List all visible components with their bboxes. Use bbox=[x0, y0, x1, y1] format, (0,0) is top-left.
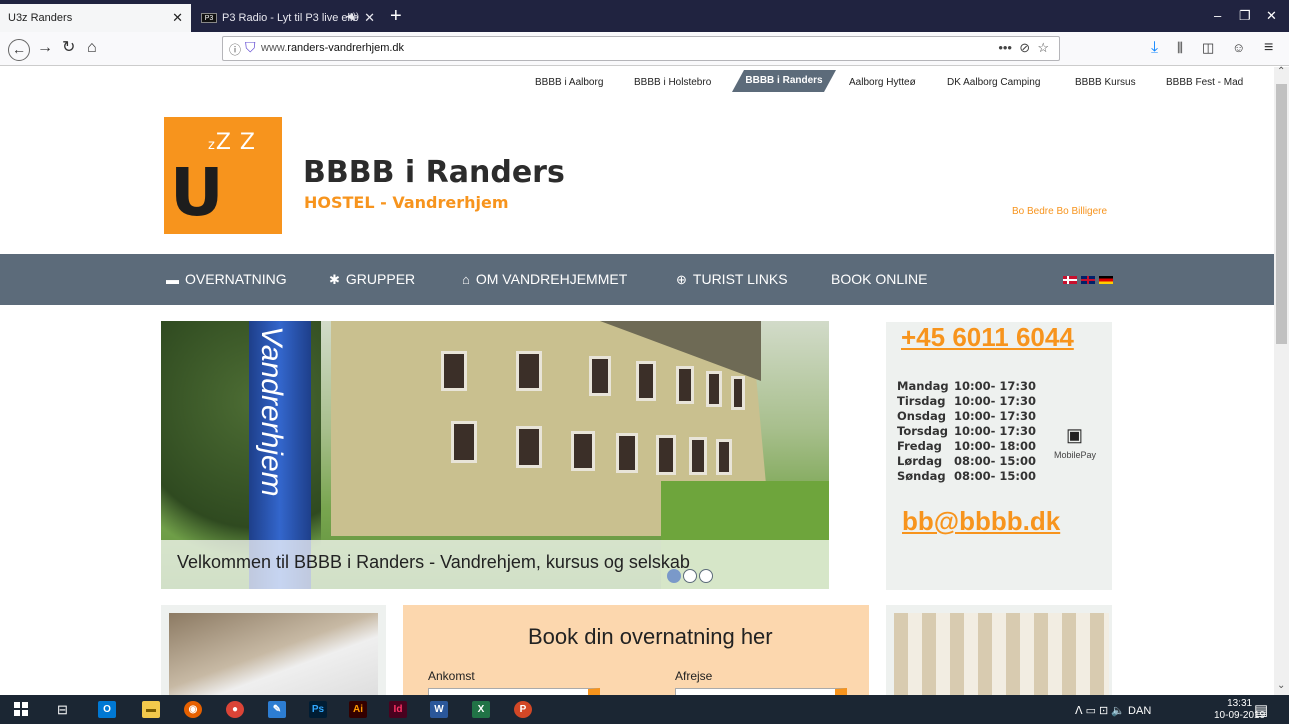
scroll-down-icon[interactable]: ⌄ bbox=[1277, 680, 1285, 691]
library-icon[interactable]: ⫼ bbox=[1177, 40, 1183, 56]
excel-icon[interactable]: X bbox=[472, 701, 490, 718]
home-button[interactable]: ⌂ bbox=[87, 40, 97, 56]
menu-icon[interactable]: ≡ bbox=[1264, 40, 1273, 56]
tracking-shield-icon[interactable]: ⛉ bbox=[245, 39, 256, 56]
menu-grupper[interactable]: ✱ GRUPPER bbox=[329, 271, 415, 288]
pillar-text: Vandrerhjem bbox=[255, 326, 288, 497]
slogan: Bo Bedre Bo Billigere bbox=[1012, 206, 1108, 217]
site-nav-aalborg[interactable]: BBBB i Aalborg bbox=[535, 77, 603, 88]
page-actions: ••• ⊘ ☆ bbox=[998, 40, 1049, 56]
tab-u3z-randers[interactable]: U3z Randers ✕ bbox=[0, 4, 191, 32]
restore-button[interactable]: ❐ bbox=[1239, 8, 1251, 24]
back-button[interactable]: ← bbox=[8, 39, 30, 61]
english-flag-icon[interactable] bbox=[1081, 276, 1095, 284]
classroom-image[interactable] bbox=[894, 613, 1109, 703]
menu-om-vandrehjemmet[interactable]: ⌂ OM VANDREHJEMMET bbox=[462, 271, 627, 287]
reload-button[interactable]: ↻ bbox=[62, 40, 75, 56]
scroll-up-icon[interactable]: ⌃ bbox=[1277, 66, 1285, 77]
site-nav-hytteo[interactable]: Aalborg Hytteø bbox=[849, 77, 916, 88]
slider-dots bbox=[667, 569, 717, 585]
chrome-icon[interactable]: ● bbox=[226, 701, 244, 718]
hero-slider[interactable]: Vandrerhjem Velkommen til BBBB i Randers… bbox=[161, 321, 829, 589]
file-explorer-icon[interactable]: ▬ bbox=[142, 701, 160, 718]
notifications-icon[interactable]: ▤ bbox=[1254, 701, 1268, 719]
departure-label: Afrejse bbox=[675, 669, 713, 683]
german-flag-icon[interactable] bbox=[1099, 276, 1113, 284]
speaker-icon[interactable]: ◀)) bbox=[346, 11, 359, 22]
slide-dot-3[interactable] bbox=[699, 569, 713, 583]
globe-icon: ⊕ bbox=[676, 272, 687, 287]
site-nav-randers-active[interactable]: BBBB i Randers bbox=[732, 70, 836, 92]
bed-icon: ▬ bbox=[166, 272, 179, 287]
site-title: BBBB i Randers bbox=[303, 155, 565, 190]
p3-favicon-icon: P3 bbox=[201, 13, 217, 23]
opening-hours: Mandag 10:00- 17:30 Tirsdag 10:00- 17:30 O… bbox=[897, 379, 1036, 483]
tab-label: P3 Radio - Lyt til P3 live elle bbox=[222, 12, 359, 24]
pocket-icon[interactable]: ⊘ bbox=[1019, 40, 1030, 55]
info-icon[interactable]: ⓘ bbox=[229, 41, 241, 58]
slide-dot-2[interactable] bbox=[683, 569, 697, 583]
illustrator-icon[interactable]: Ai bbox=[349, 701, 367, 718]
firefox-icon[interactable]: ◉ bbox=[184, 701, 202, 718]
account-icon[interactable]: ☺ bbox=[1232, 40, 1245, 56]
sidebar-icon[interactable]: ◫ bbox=[1202, 40, 1214, 56]
outlook-icon[interactable]: O bbox=[98, 701, 116, 718]
bed-room-image[interactable] bbox=[169, 613, 378, 703]
close-tab-icon[interactable]: ✕ bbox=[364, 10, 375, 26]
arrival-label: Ankomst bbox=[428, 669, 475, 683]
new-tab-button[interactable]: + bbox=[390, 5, 402, 27]
booking-title: Book din overnatning her bbox=[528, 624, 773, 649]
word-icon[interactable]: W bbox=[430, 701, 448, 718]
powerpoint-icon[interactable]: P bbox=[514, 701, 532, 718]
site-nav-holstebro[interactable]: BBBB i Holstebro bbox=[634, 77, 711, 88]
site-nav-kursus[interactable]: BBBB Kursus bbox=[1075, 77, 1136, 88]
task-view-icon[interactable]: ⊟ bbox=[57, 702, 68, 718]
danish-flag-icon[interactable] bbox=[1063, 276, 1077, 284]
windows-start-icon[interactable] bbox=[14, 702, 28, 716]
url-text[interactable]: www.randers-vandrerhjem.dk bbox=[261, 42, 404, 54]
download-icon[interactable]: ⤓ bbox=[1151, 40, 1158, 56]
bookmark-star-icon[interactable]: ☆ bbox=[1037, 40, 1049, 55]
site-nav-camping[interactable]: DK Aalborg Camping bbox=[947, 77, 1040, 88]
pen-tool-icon[interactable]: ✎ bbox=[268, 701, 286, 718]
mobilepay-label: MobilePay bbox=[1054, 450, 1097, 460]
minimize-button[interactable]: – bbox=[1214, 8, 1221, 23]
site-subtitle: HOSTEL - Vandrerhjem bbox=[304, 193, 509, 212]
menu-turist-links[interactable]: ⊕ TURIST LINKS bbox=[676, 271, 788, 288]
forward-button[interactable]: → bbox=[37, 40, 53, 56]
menu-overnatning[interactable]: ▬ OVERNATNING bbox=[166, 271, 287, 287]
system-tray[interactable]: ᐱ ▭ ⊡ 🔈 DAN bbox=[1075, 704, 1151, 717]
phone-link[interactable]: +45 6011 6044 bbox=[901, 322, 1074, 353]
tab-p3-radio[interactable]: P3 P3 Radio - Lyt til P3 live elle ◀)) ✕ bbox=[193, 4, 383, 32]
navigation-toolbar: ← → ↻ ⌂ ⓘ ⛉ www.randers-vandrerhjem.dk •… bbox=[0, 32, 1289, 66]
home-icon: ⌂ bbox=[462, 272, 470, 287]
close-tab-icon[interactable]: ✕ bbox=[172, 10, 183, 26]
photoshop-icon[interactable]: Ps bbox=[309, 701, 327, 718]
close-window-button[interactable]: ✕ bbox=[1266, 8, 1277, 24]
slide-dot-1[interactable] bbox=[667, 569, 681, 583]
more-actions-icon[interactable]: ••• bbox=[998, 40, 1012, 55]
site-nav-fest-mad[interactable]: BBBB Fest - Mad bbox=[1166, 77, 1243, 88]
url-bar[interactable]: ⓘ ⛉ www.randers-vandrerhjem.dk ••• ⊘ ☆ bbox=[222, 36, 1060, 61]
hero-caption: Velkommen til BBBB i Randers - Vandrehje… bbox=[177, 552, 690, 572]
tab-label: U3z Randers bbox=[8, 12, 73, 24]
scrollbar-thumb[interactable] bbox=[1276, 84, 1287, 344]
group-icon: ✱ bbox=[329, 272, 340, 287]
logo-letter: U bbox=[170, 154, 224, 231]
logo-sleep-z: zZ Z bbox=[208, 130, 256, 155]
mobilepay-icon: ▣ bbox=[1066, 425, 1084, 445]
language-flags bbox=[1063, 276, 1117, 284]
indesign-icon[interactable]: Id bbox=[389, 701, 407, 718]
menu-book-online[interactable]: BOOK ONLINE bbox=[831, 271, 927, 287]
email-link[interactable]: bb@bbbb.dk bbox=[902, 506, 1060, 537]
